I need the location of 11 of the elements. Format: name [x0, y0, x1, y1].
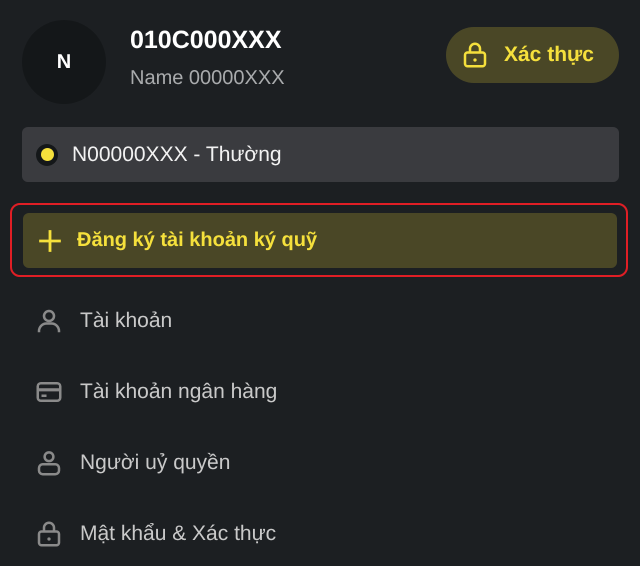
menu-item[interactable]: Mật khẩu & Xác thực: [22, 498, 619, 566]
account-id: 010C000XXX: [130, 26, 283, 55]
menu-item[interactable]: Tài khoản: [22, 285, 619, 356]
register-margin-button[interactable]: Đăng ký tài khoản ký quỹ: [23, 213, 617, 268]
sub-account-label: N00000XXX - Thường: [72, 142, 282, 166]
sub-account-selector[interactable]: N00000XXX - Thường: [22, 127, 619, 182]
avatar: N: [22, 20, 106, 104]
verify-button[interactable]: Xác thực: [446, 27, 619, 83]
account-name: Name 00000XXX: [130, 67, 286, 90]
menu-item[interactable]: Người uỷ quyền: [22, 427, 619, 498]
menu-item[interactable]: Tài khoản ngân hàng: [22, 356, 619, 427]
